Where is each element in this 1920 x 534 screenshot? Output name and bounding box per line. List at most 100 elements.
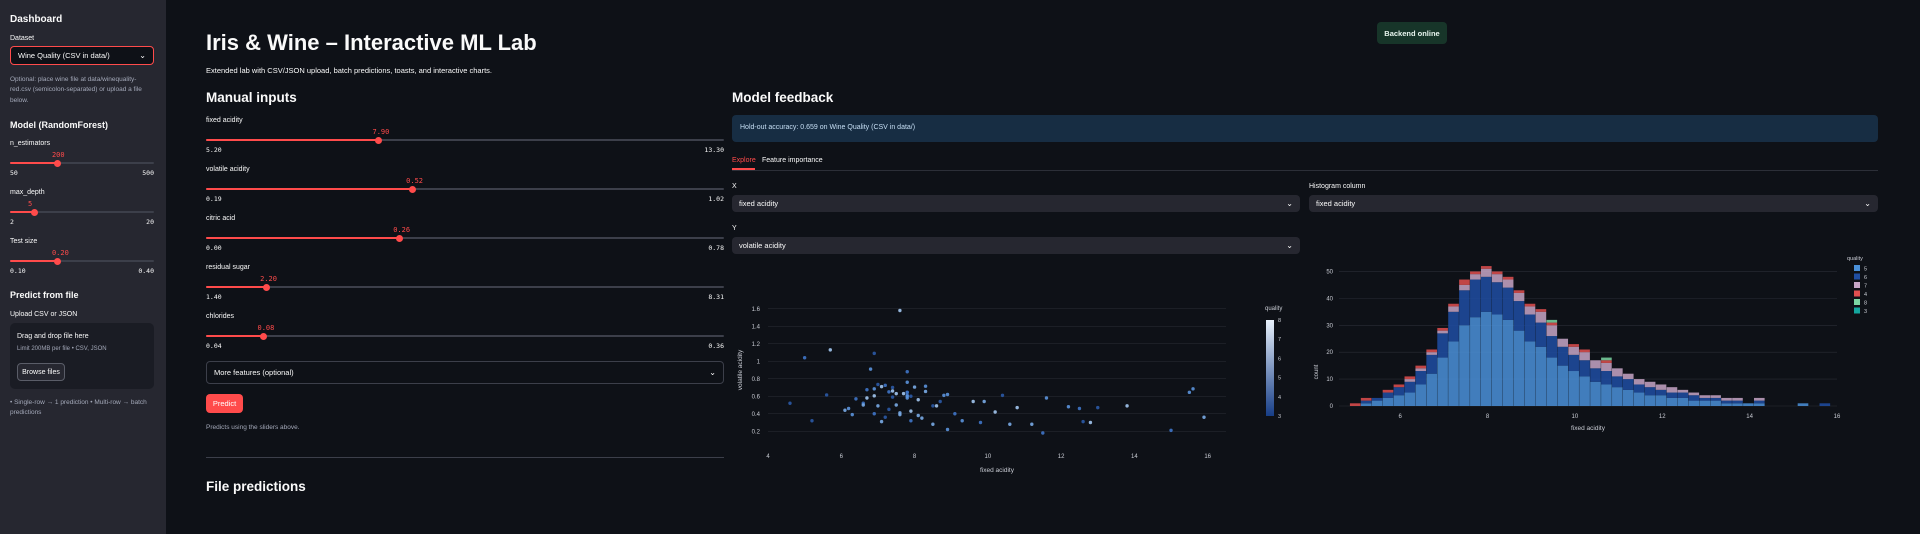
hist-bar <box>1655 395 1667 406</box>
tab-explore[interactable]: Explore <box>732 157 756 164</box>
slider-thumb[interactable] <box>395 234 403 242</box>
hist-bar <box>1612 368 1623 377</box>
slider-volatile-acidity[interactable]: volatile acidity 0.52 0.19 1.02 <box>206 166 724 206</box>
slider-thumb[interactable] <box>54 159 62 167</box>
divider <box>206 457 724 458</box>
scatter-point <box>934 404 939 408</box>
accuracy-text: Hold-out accuracy: 0.659 on Wine Quality… <box>740 124 916 131</box>
slider-track[interactable] <box>206 335 724 337</box>
legend-swatch <box>1854 265 1860 271</box>
slider-n-estimators[interactable]: n_estimators 200 50 500 <box>10 140 154 180</box>
slider-citric-acid[interactable]: citric acid 0.26 0.00 0.78 <box>206 215 724 255</box>
dataset-select[interactable]: Wine Quality (CSV in data/) ⌄ <box>10 46 154 65</box>
hist-bar <box>1437 327 1448 331</box>
hist-bar <box>1415 371 1427 385</box>
scatter-point <box>960 419 964 423</box>
colorbar-tick-label: 8 <box>1278 318 1281 324</box>
chevron-down-icon: ⌄ <box>139 51 146 60</box>
slider-thumb[interactable] <box>54 257 62 265</box>
hist-bar <box>1688 395 1700 401</box>
hist-bar <box>1437 357 1448 406</box>
scatter-point <box>802 356 807 360</box>
scatter-point <box>861 403 865 407</box>
more-features-expander[interactable]: More features (optional) ⌄ <box>206 361 724 384</box>
upload-label: Upload CSV or JSON <box>10 311 78 318</box>
slider-max-depth[interactable]: max_depth 5 2 20 <box>10 189 154 229</box>
scatter-point <box>872 412 876 416</box>
legend-swatch <box>1854 282 1860 288</box>
scatter-point <box>923 389 928 394</box>
legend-swatch <box>1854 290 1860 297</box>
hist-ytick-label: 10 <box>1326 377 1333 383</box>
hist-bar <box>1579 376 1590 406</box>
scatter-point <box>898 411 902 415</box>
hist-bar <box>1590 381 1601 406</box>
hist-bar <box>1666 387 1678 393</box>
hist-bar <box>1754 397 1765 401</box>
slider-value: 200 <box>51 151 65 159</box>
scatter-point <box>887 407 891 412</box>
scatter-point <box>945 392 950 397</box>
hist-xtick-label: 12 <box>1659 414 1666 420</box>
slider-thumb[interactable] <box>259 332 267 340</box>
slider-thumb[interactable] <box>262 283 270 291</box>
slider-thumb[interactable] <box>408 185 416 193</box>
scatter-point <box>931 422 935 426</box>
hist-xtick-label: 16 <box>1834 414 1841 420</box>
scatter-point <box>854 397 858 401</box>
tab-border <box>732 170 1878 171</box>
hist-bar <box>1699 397 1711 401</box>
hist-bar <box>1732 400 1743 404</box>
colorbar <box>1266 320 1274 416</box>
predict-button[interactable]: Predict <box>206 394 243 413</box>
scatter-ytick-label: 1.2 <box>752 342 761 348</box>
hist-bar <box>1688 392 1700 396</box>
hist-bar <box>1502 287 1514 320</box>
scatter-point <box>810 419 814 423</box>
scatter-point <box>865 387 869 392</box>
slider-thumb[interactable] <box>374 136 382 144</box>
scatter-chart[interactable]: 0.2 0.4 0.6 0.8 1 1.2 1.4 1.6 4 6 8 10 12 14 16 fixed a… <box>732 290 1302 480</box>
histogram-column-label: Histogram column <box>1309 183 1366 190</box>
hist-bar <box>1612 387 1623 406</box>
histogram-chart[interactable]: 0 10 20 30 40 50 6 8 10 12 14 16 fixed acidity count q… <box>1309 250 1909 435</box>
y-axis-select-value: volatile acidity <box>739 241 786 250</box>
hist-bar <box>1502 279 1514 288</box>
y-axis-select[interactable]: volatile acidity ⌄ <box>732 237 1300 254</box>
scatter-point <box>993 410 997 414</box>
scatter-point <box>909 419 913 423</box>
tab-feature-importance[interactable]: Feature importance <box>762 157 823 164</box>
x-axis-select-value: fixed acidity <box>739 199 779 208</box>
slider-test-size[interactable]: Test size 0.20 0.10 0.40 <box>10 238 154 278</box>
hist-bar <box>1393 384 1405 388</box>
slider-fill <box>10 162 58 164</box>
slider-thumb[interactable] <box>30 208 38 216</box>
hist-bar <box>1480 268 1492 277</box>
scatter-ytick-label: 0.8 <box>752 377 761 383</box>
scatter-point <box>1066 405 1071 409</box>
hist-bar <box>1754 400 1765 404</box>
slider-residual-sugar[interactable]: residual sugar 2.20 1.40 8.31 <box>206 264 724 304</box>
scatter-point <box>876 382 880 387</box>
slider-fill <box>206 188 413 190</box>
histogram-column-select[interactable]: fixed acidity ⌄ <box>1309 195 1878 212</box>
legend-label: 3 <box>1864 309 1867 315</box>
slider-track[interactable] <box>206 286 724 288</box>
hist-bar <box>1349 403 1361 406</box>
scatter-point <box>872 351 876 356</box>
colorbar-tick-label: 6 <box>1278 356 1281 362</box>
file-dropzone[interactable]: Drag and drop file here Limit 200MB per … <box>10 323 154 389</box>
hist-bar <box>1415 368 1427 372</box>
scatter-point <box>1015 405 1019 410</box>
hist-bar <box>1612 376 1623 388</box>
hist-bar <box>1513 290 1525 293</box>
slider-max: 0.40 <box>138 267 154 275</box>
hist-bar <box>1590 360 1601 369</box>
hist-bar <box>1644 381 1656 388</box>
slider-chlorides[interactable]: chlorides 0.08 0.04 0.36 <box>206 313 724 353</box>
x-axis-select[interactable]: fixed acidity ⌄ <box>732 195 1300 212</box>
hist-bar <box>1568 346 1579 355</box>
status-badge: Backend online <box>1377 22 1447 44</box>
browse-files-button[interactable]: Browse files <box>17 363 65 381</box>
slider-fixed-acidity[interactable]: fixed acidity 7.90 5.20 13.30 <box>206 117 724 157</box>
